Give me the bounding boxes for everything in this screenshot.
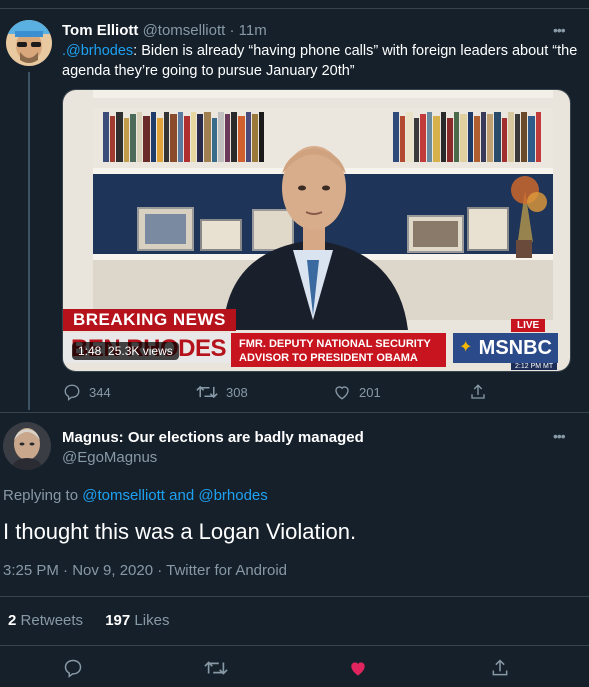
tweet2-text: I thought this was a Logan Violation. — [3, 519, 357, 544]
replying-prefix: Replying to — [3, 487, 79, 504]
chyron-desc-line1: FMR. DEPUTY NATIONAL SECURITY — [239, 338, 431, 350]
avatar-tom-elliott[interactable] — [6, 20, 52, 66]
retweet-icon — [204, 661, 228, 675]
chyron-desc-line2: ADVISOR TO PRESIDENT OBAMA — [239, 352, 418, 364]
chyron-description: FMR. DEPUTY NATIONAL SECURITY ADVISOR TO… — [231, 333, 446, 367]
share-icon — [471, 384, 485, 399]
like-button[interactable]: 201 — [333, 383, 381, 401]
mention-link[interactable]: .@brhodes — [62, 43, 133, 59]
engagement-counts: 2 Retweets 197 Likes — [8, 612, 169, 629]
retweet-button[interactable] — [204, 658, 228, 678]
thread-connector — [28, 72, 30, 410]
more-icon[interactable]: ••• — [553, 22, 566, 38]
tweet-time[interactable]: · 11m — [229, 22, 266, 39]
replying-user-link[interactable]: @tomselliott — [82, 487, 165, 504]
video-player[interactable]: BREAKING NEWS BEN RHODES FMR. DEPUTY NAT… — [62, 89, 571, 372]
like-count: 197 — [105, 612, 131, 629]
like-count: 201 — [359, 384, 381, 400]
like-label: Likes — [134, 612, 170, 629]
replying-user-link[interactable]: @brhodes — [198, 487, 267, 504]
share-icon — [492, 659, 508, 676]
retweet-label: Retweets — [20, 612, 84, 629]
author-handle[interactable]: @EgoMagnus — [62, 449, 157, 466]
more-icon[interactable]: ••• — [553, 428, 566, 444]
video-views: 25.3K views — [108, 344, 173, 358]
video-stats: 1:48 25.3K views — [72, 342, 179, 360]
retweet-count: 2 — [8, 612, 17, 629]
replying-and: and — [169, 487, 195, 504]
reply-button[interactable] — [63, 658, 83, 678]
broadcast-clock: 2:12 PM MT — [511, 363, 558, 370]
author-name[interactable]: Tom Elliott — [62, 22, 138, 39]
likes-stat[interactable]: 197 Likes — [105, 612, 169, 629]
reply-icon — [64, 659, 82, 678]
network-logo: ✦ MSNBC — [453, 333, 558, 363]
tweet1-text: .@brhodes: Biden is already “having phon… — [62, 41, 578, 81]
divider — [0, 645, 589, 646]
retweets-stat[interactable]: 2 Retweets — [8, 612, 105, 629]
author-handle[interactable]: @tomselliott — [143, 22, 226, 39]
tweet1-header: Tom Elliott @tomselliott · 11m — [62, 22, 267, 39]
replying-to: Replying to @tomselliott and @brhodes — [3, 487, 268, 504]
divider — [0, 596, 589, 597]
reply-count: 344 — [89, 384, 111, 400]
twitter-thread: Tom Elliott @tomselliott · 11m ••• .@brh… — [0, 0, 589, 687]
like-icon — [335, 386, 349, 400]
reply-button[interactable]: 344 — [63, 383, 111, 401]
like-button[interactable] — [347, 658, 369, 678]
reply-icon — [64, 384, 80, 401]
retweet-count: 308 — [226, 384, 248, 400]
share-button[interactable] — [490, 658, 510, 678]
author-name[interactable]: Magnus: Our elections are badly managed — [62, 429, 364, 446]
tweet1-body: : Biden is already “having phone calls” … — [62, 43, 578, 79]
like-icon — [351, 662, 365, 676]
tweet-timestamp[interactable]: 3:25 PM · Nov 9, 2020 · Twitter for Andr… — [3, 562, 287, 579]
video-duration: 1:48 — [78, 344, 102, 358]
network-name: MSNBC — [478, 337, 552, 359]
live-badge: LIVE — [511, 319, 546, 332]
share-button[interactable] — [469, 383, 487, 401]
peacock-icon: ✦ — [459, 339, 473, 356]
retweet-button[interactable]: 308 — [196, 383, 248, 401]
tweet-divider — [0, 412, 589, 413]
avatar-magnus[interactable] — [3, 422, 51, 470]
breaking-news-label: BREAKING NEWS — [63, 309, 236, 331]
news-chyron: BREAKING NEWS BEN RHODES FMR. DEPUTY NAT… — [63, 309, 570, 370]
retweet-icon — [196, 385, 218, 399]
top-divider — [0, 0, 589, 9]
